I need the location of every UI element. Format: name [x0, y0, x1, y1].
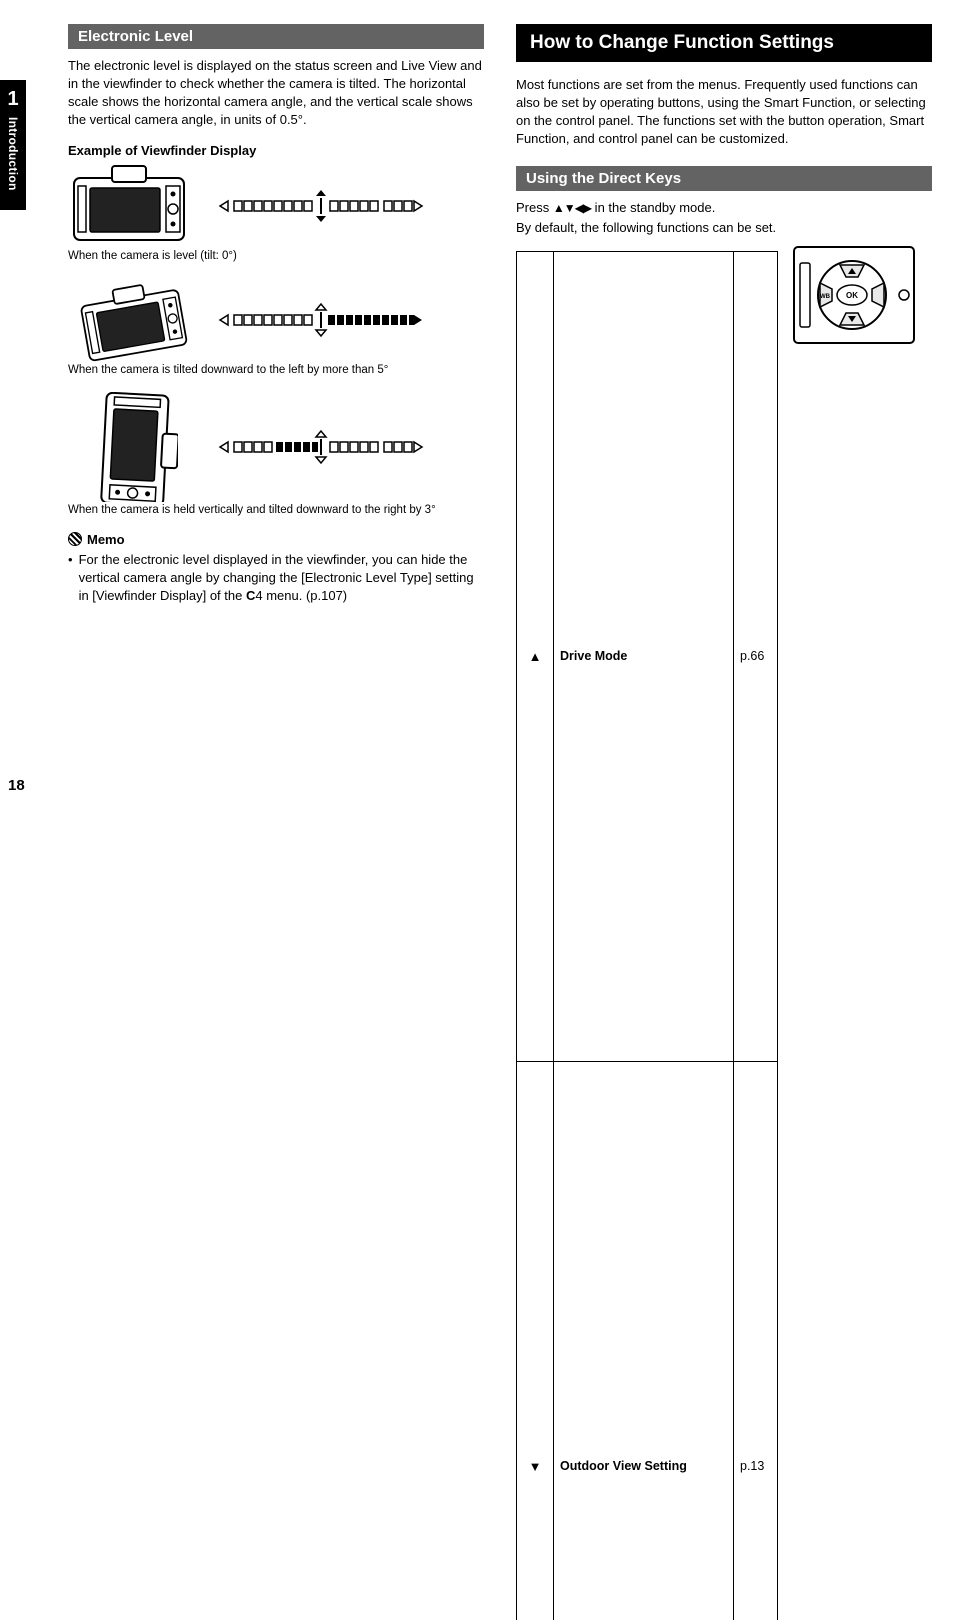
right-column: How to Change Function Settings Most fun…	[516, 24, 932, 1620]
level-scale-centered-icon	[216, 188, 426, 224]
level-scale-partial-left-icon	[216, 429, 426, 465]
chapter-tab: 1 Introduction	[0, 80, 26, 210]
example-2-caption: When the camera is tilted downward to th…	[68, 364, 484, 376]
page-ref: p.66	[734, 251, 778, 1061]
level-scale-right-full-icon	[216, 302, 426, 338]
camera-tilted-icon	[68, 278, 198, 362]
section-header-electronic-level: Electronic Level	[68, 24, 484, 49]
example-3-caption: When the camera is held vertically and t…	[68, 504, 484, 516]
example-1-caption: When the camera is level (tilt: 0°)	[68, 250, 484, 262]
viewfinder-example-1: When the camera is level (tilt: 0°)	[68, 164, 484, 262]
drive-mode-label: Drive Mode	[554, 251, 734, 1061]
svg-text:WB: WB	[820, 294, 831, 300]
viewfinder-example-3: When the camera is held vertically and t…	[68, 392, 484, 516]
electronic-level-intro: The electronic level is displayed on the…	[68, 57, 484, 129]
default-line: By default, the following functions can …	[516, 219, 932, 237]
camera-vertical-icon	[88, 392, 178, 502]
svg-text:OK: OK	[846, 291, 858, 300]
memo-list-left: For the electronic level displayed in th…	[68, 551, 484, 606]
chapter-number: 1	[7, 88, 18, 111]
camera-level-icon	[68, 164, 198, 248]
memo-heading-left: Memo	[68, 532, 484, 547]
section-header-direct-keys: Using the Direct Keys	[516, 166, 932, 191]
table-row: ▼ Outdoor View Setting p.13	[517, 1061, 778, 1620]
main-header-function-settings: How to Change Function Settings	[516, 24, 932, 62]
arrow-down-icon: ▼	[517, 1061, 554, 1620]
outdoor-view-label: Outdoor View Setting	[554, 1061, 734, 1620]
left-column: Electronic Level The electronic level is…	[68, 24, 484, 1620]
press-line: Press ▲▼◀▶ in the standby mode.	[516, 199, 932, 217]
page-ref: p.13	[734, 1061, 778, 1620]
memo-label: Memo	[87, 532, 125, 547]
page-number: 18	[8, 777, 25, 794]
content-columns: Electronic Level The electronic level is…	[68, 24, 934, 1620]
table-row: ▲ Drive Mode p.66	[517, 251, 778, 1061]
chapter-title: Introduction	[6, 117, 20, 191]
memo-icon	[68, 532, 82, 546]
dpad-arrows-icon: ▲▼◀▶	[553, 201, 591, 215]
example-heading: Example of Viewfinder Display	[68, 143, 484, 158]
function-settings-intro: Most functions are set from the menus. F…	[516, 76, 932, 148]
direct-keys-row: ▲ Drive Mode p.66 ▼ Outdoor View Setting…	[516, 245, 932, 1620]
control-pad-icon: OK WB	[792, 245, 916, 345]
viewfinder-example-2: When the camera is tilted downward to th…	[68, 278, 484, 376]
direct-keys-table: ▲ Drive Mode p.66 ▼ Outdoor View Setting…	[516, 251, 778, 1620]
arrow-up-icon: ▲	[517, 251, 554, 1061]
memo-item: For the electronic level displayed in th…	[68, 551, 484, 606]
